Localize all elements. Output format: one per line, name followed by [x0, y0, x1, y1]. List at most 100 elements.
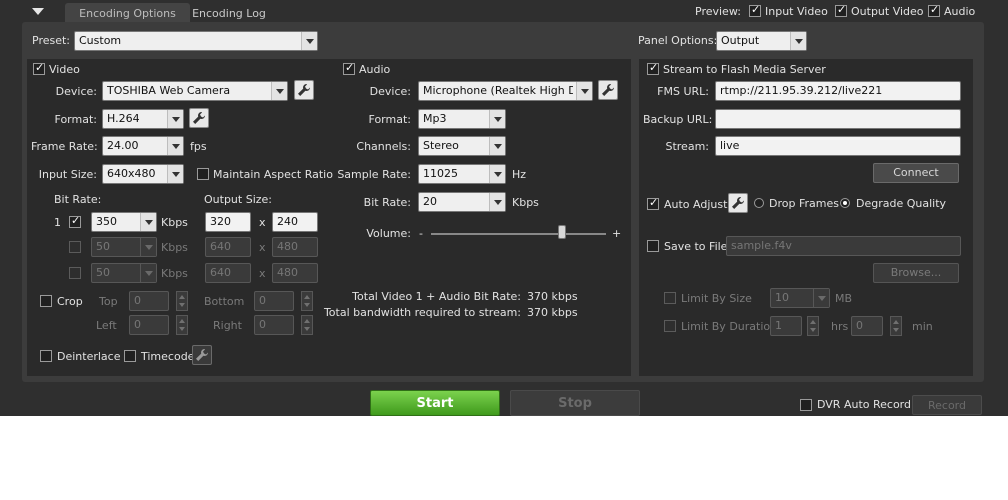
input-size-label: Input Size:	[38, 168, 97, 181]
output-size-2-separator: x	[259, 241, 266, 254]
channels-select[interactable]: Stereo	[418, 136, 506, 156]
wrench-icon	[732, 197, 744, 209]
preview-input-video-checkbox[interactable]	[749, 3, 761, 17]
output-width-2-field[interactable]: 640	[205, 237, 251, 257]
frame-rate-select[interactable]: 24.00	[102, 136, 184, 156]
preset-label: Preset:	[32, 34, 71, 47]
fms-url-field[interactable]: rtmp://211.95.39.212/live221	[715, 81, 961, 101]
crop-label: Crop	[57, 295, 83, 308]
audio-device-settings-button[interactable]	[598, 80, 618, 100]
output-size-3-separator: x	[259, 267, 266, 280]
channels-value: Stereo	[423, 139, 459, 152]
volume-slider-thumb[interactable]	[558, 225, 567, 239]
crop-top-stepper[interactable]	[176, 291, 188, 311]
crop-bottom-stepper[interactable]	[301, 291, 313, 311]
timecode-checkbox[interactable]	[124, 350, 136, 362]
crop-bottom-field[interactable]: 0	[254, 291, 294, 311]
output-width-3-field[interactable]: 640	[205, 263, 251, 283]
duration-hrs-stepper[interactable]	[807, 316, 819, 336]
audio-device-select[interactable]: Microphone (Realtek High Defin	[418, 81, 593, 101]
bitrate-row-1-select[interactable]: 350	[91, 212, 157, 232]
crop-right-stepper[interactable]	[301, 315, 313, 335]
crop-top-field[interactable]: 0	[129, 291, 169, 311]
chevron-down-icon	[301, 32, 317, 50]
drop-frames-radio[interactable]	[754, 198, 764, 208]
total-bandwidth-value: 370 kbps	[527, 306, 578, 319]
output-height-1-field[interactable]: 240	[272, 212, 318, 232]
video-device-settings-button[interactable]	[294, 80, 314, 100]
limit-size-select[interactable]: 10	[770, 288, 830, 308]
connect-button[interactable]: Connect	[873, 163, 959, 183]
video-format-select[interactable]: H.264	[102, 109, 184, 129]
audio-bit-rate-select[interactable]: 20	[418, 192, 506, 212]
preview-output-video-checkbox[interactable]	[835, 3, 847, 17]
chevron-down-icon	[489, 193, 505, 211]
video-format-settings-button[interactable]	[189, 108, 209, 128]
bitrate-row-index: 1	[54, 216, 61, 229]
output-width-1-field[interactable]: 320	[205, 212, 251, 232]
preset-select[interactable]: Custom	[74, 31, 318, 51]
collapse-arrow-icon[interactable]	[32, 8, 44, 15]
degrade-quality-radio[interactable]	[840, 198, 850, 208]
video-device-select[interactable]: TOSHIBA Web Camera	[102, 81, 288, 101]
preview-audio-checkbox[interactable]	[928, 3, 940, 17]
deinterlace-label: Deinterlace	[57, 350, 121, 363]
crop-checkbox[interactable]	[40, 295, 52, 307]
deinterlace-checkbox[interactable]	[40, 350, 52, 362]
bitrate-row-2-value: 50	[96, 240, 110, 253]
save-to-file-checkbox[interactable]	[647, 240, 659, 252]
backup-url-field[interactable]	[715, 109, 961, 129]
duration-hrs-field[interactable]: 1	[770, 316, 802, 336]
output-height-3-field[interactable]: 480	[272, 263, 318, 283]
volume-label: Volume:	[366, 227, 411, 240]
volume-slider-track[interactable]	[431, 233, 606, 235]
crop-left-stepper[interactable]	[176, 315, 188, 335]
input-size-select[interactable]: 640x480	[102, 164, 184, 184]
auto-adjust-checkbox[interactable]	[647, 196, 659, 210]
crop-left-label: Left	[96, 319, 117, 332]
video-checkbox[interactable]	[33, 61, 45, 75]
dvr-auto-record-checkbox[interactable]	[800, 399, 812, 411]
panel-options-value: Output	[721, 34, 760, 47]
bitrate-row-1-checkbox[interactable]	[69, 214, 81, 228]
record-button[interactable]: Record	[912, 395, 982, 415]
chevron-down-icon	[489, 165, 505, 183]
output-height-2-field[interactable]: 480	[272, 237, 318, 257]
chevron-down-icon	[790, 32, 806, 50]
total-bitrate-label: Total Video 1 + Audio Bit Rate:	[352, 290, 521, 303]
bitrate-row-2-select[interactable]: 50	[91, 237, 157, 257]
duration-min-field[interactable]: 0	[851, 316, 883, 336]
audio-checkbox[interactable]	[343, 61, 355, 75]
limit-by-size-checkbox[interactable]	[664, 292, 676, 304]
limit-by-duration-checkbox[interactable]	[664, 320, 676, 332]
sample-rate-unit: Hz	[512, 168, 527, 181]
bitrate-row-3-select[interactable]: 50	[91, 263, 157, 283]
crop-right-field[interactable]: 0	[254, 315, 294, 335]
preview-output-video-label: Output Video	[851, 5, 924, 18]
stream-to-fms-label: Stream to Flash Media Server	[663, 63, 826, 76]
bitrate-row-3-checkbox[interactable]	[69, 267, 81, 279]
stream-to-fms-checkbox[interactable]	[647, 61, 659, 75]
bit-rate-label: Bit Rate:	[54, 193, 102, 206]
file-name-field[interactable]: sample.f4v	[726, 236, 961, 256]
maintain-aspect-ratio-checkbox[interactable]	[197, 168, 209, 180]
sample-rate-select[interactable]: 11025	[418, 164, 506, 184]
audio-device-label: Device:	[369, 85, 411, 98]
start-button[interactable]: Start	[370, 390, 500, 416]
browse-button[interactable]: Browse...	[873, 263, 959, 283]
duration-min-stepper[interactable]	[890, 316, 902, 336]
chevron-down-icon	[140, 264, 156, 282]
bitrate-row-2-checkbox[interactable]	[69, 241, 81, 253]
panel-options-select[interactable]: Output	[716, 31, 807, 51]
limit-size-unit: MB	[835, 292, 853, 305]
timecode-settings-button[interactable]	[192, 345, 212, 365]
dvr-auto-record-label: DVR Auto Record	[817, 398, 911, 411]
crop-left-field[interactable]: 0	[129, 315, 169, 335]
stop-button[interactable]: Stop	[510, 390, 640, 416]
encoder-window: Encoding Options Encoding Log Preview: I…	[0, 0, 1008, 416]
duration-min-unit: min	[912, 320, 933, 333]
stream-label: Stream:	[665, 140, 709, 153]
audio-format-select[interactable]: Mp3	[418, 109, 506, 129]
auto-adjust-settings-button[interactable]	[728, 193, 748, 213]
stream-name-field[interactable]: live	[715, 136, 961, 156]
